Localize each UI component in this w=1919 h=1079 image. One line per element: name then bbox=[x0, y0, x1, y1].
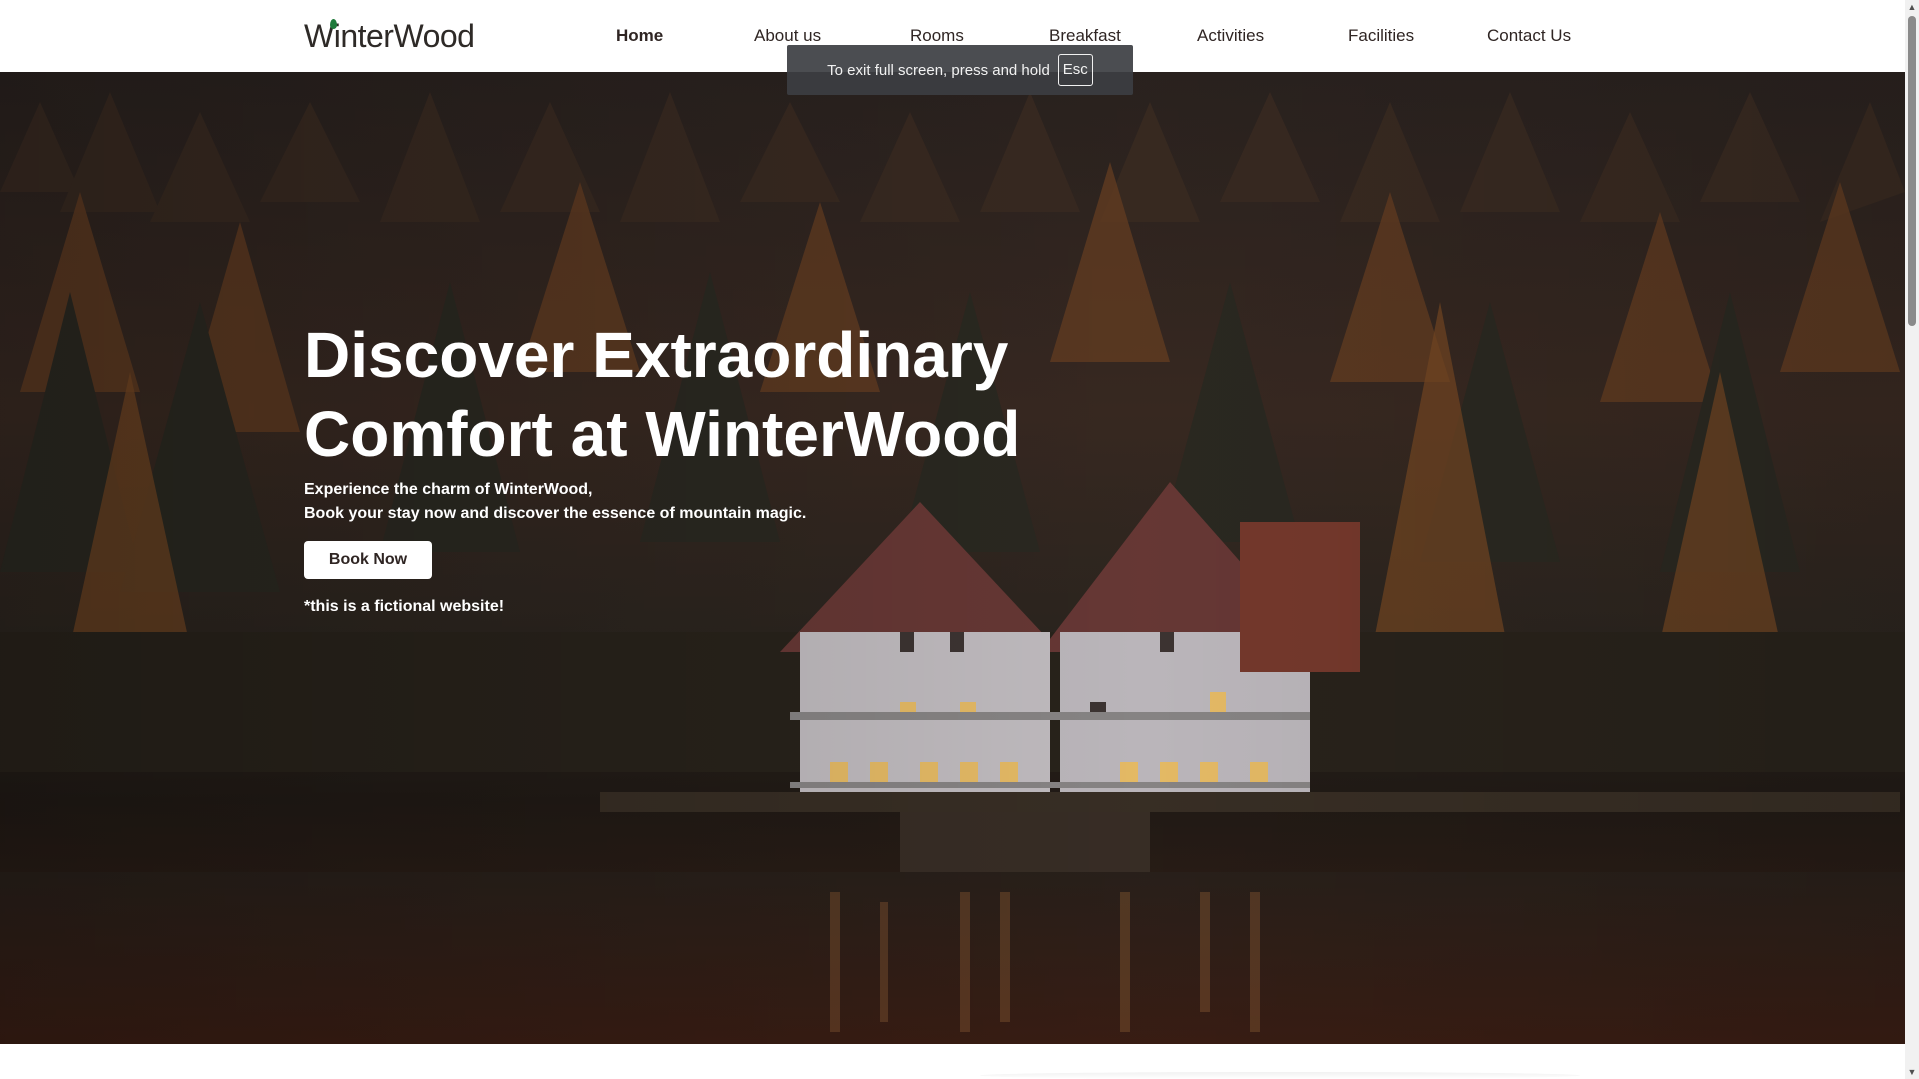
nav-item-activities[interactable]: Activities bbox=[1197, 24, 1264, 48]
scrollbar-thumb[interactable] bbox=[1908, 16, 1916, 326]
hero-subtitle: Experience the charm of WinterWood, Book… bbox=[304, 478, 806, 526]
esc-key-badge: Esc bbox=[1057, 54, 1093, 86]
hero-overlay bbox=[0, 72, 1905, 1044]
toast-text: To exit full screen, press and hold bbox=[827, 61, 1050, 79]
hero-title: Discover Extraordinary Comfort at Winter… bbox=[304, 316, 1104, 474]
next-section-peek bbox=[0, 1044, 1905, 1079]
book-now-button[interactable]: Book Now bbox=[304, 541, 432, 579]
hero-title-line-1: Discover Extraordinary bbox=[304, 319, 1009, 391]
nav-item-facilities[interactable]: Facilities bbox=[1348, 24, 1414, 48]
page: WinterWood Home About us Rooms Breakfast… bbox=[0, 0, 1919, 1079]
nav-item-home[interactable]: Home bbox=[616, 24, 663, 48]
hero-subtitle-line-2: Book your stay now and discover the esse… bbox=[304, 505, 807, 522]
hero-title-line-2: Comfort at WinterWood bbox=[304, 398, 1021, 470]
nav-item-contact-us[interactable]: Contact Us bbox=[1487, 24, 1571, 48]
triangle-up-icon[interactable]: ▲ bbox=[1905, 0, 1919, 14]
card-shadow bbox=[980, 1072, 1580, 1079]
fictional-website-note: *this is a fictional website! bbox=[304, 598, 505, 615]
hero-section: Discover Extraordinary Comfort at Winter… bbox=[0, 72, 1905, 1044]
hero-subtitle-line-1: Experience the charm of WinterWood, bbox=[304, 481, 593, 498]
page-scrollbar[interactable]: ▲ ▼ bbox=[1905, 0, 1919, 1079]
triangle-down-icon[interactable]: ▼ bbox=[1905, 1065, 1919, 1079]
fullscreen-exit-toast: To exit full screen, press and hold Esc bbox=[787, 45, 1133, 95]
